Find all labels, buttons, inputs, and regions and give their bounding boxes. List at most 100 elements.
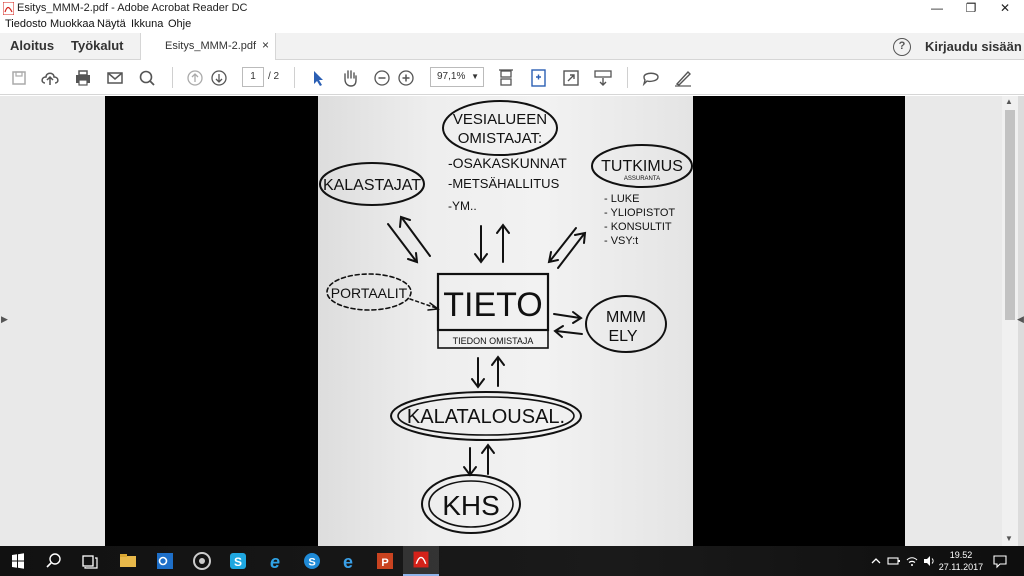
arrow-diagonal: [557, 231, 587, 269]
water-owners-item: -METSÄHALLITUS: [448, 176, 560, 191]
zoom-out-icon[interactable]: [371, 67, 393, 89]
arrow-left: [553, 325, 583, 338]
tab-document-label: Esitys_MMM-2.pdf: [165, 40, 257, 52]
fishery-label: KALATALOUSAL.: [407, 406, 565, 428]
windows-start-icon[interactable]: [0, 546, 36, 576]
action-center-icon[interactable]: [992, 553, 1008, 569]
title-bar: Esitys_MMM-2.pdf - Adobe Acrobat Reader …: [0, 0, 1024, 17]
volume-icon[interactable]: [922, 554, 936, 568]
battery-icon[interactable]: [887, 555, 901, 567]
menu-view[interactable]: Näytä: [97, 18, 126, 30]
arrow-right: [553, 311, 583, 324]
water-owners-title-2: OMISTAJAT:: [458, 130, 542, 147]
outlook-icon[interactable]: [147, 546, 183, 576]
research-label: TUTKIMUS: [601, 158, 683, 175]
next-page-icon[interactable]: [208, 67, 230, 89]
chrome-icon[interactable]: [184, 546, 220, 576]
svg-text:e: e: [343, 552, 353, 572]
previous-page-icon[interactable]: [184, 67, 206, 89]
research-item: - KONSULTIT: [604, 221, 672, 233]
left-panel-toggle-icon[interactable]: ▶: [1, 314, 8, 325]
right-gutter: [905, 96, 1002, 546]
chevron-down-icon: ▼: [471, 72, 479, 81]
help-icon[interactable]: ?: [893, 38, 911, 56]
acrobat-app-icon: [3, 2, 14, 15]
toolbar-separator: [172, 67, 173, 88]
read-mode-icon[interactable]: [592, 67, 614, 89]
edge-icon[interactable]: e: [330, 546, 366, 576]
arrow-diagonal: [399, 215, 431, 257]
clock-date: 27.11.2017: [938, 562, 984, 572]
signin-link[interactable]: Kirjaudu sisään: [925, 39, 1022, 54]
menu-edit[interactable]: Muokkaa: [50, 18, 95, 30]
hand-drawn-diagram: VESIALUEEN OMISTAJAT: -OSAKASKUNNAT -MET…: [319, 100, 693, 534]
scroll-mode-icon[interactable]: [495, 67, 517, 89]
water-owners-item: -OSAKASKUNNAT: [448, 155, 567, 171]
pdf-page: VESIALUEEN OMISTAJAT: -OSAKASKUNNAT -MET…: [105, 96, 905, 546]
close-button[interactable]: ✕: [988, 0, 1022, 17]
acrobat-reader-icon[interactable]: [403, 546, 439, 576]
email-icon[interactable]: [104, 67, 126, 89]
select-cursor-icon[interactable]: [307, 67, 329, 89]
close-tab-icon[interactable]: ×: [262, 38, 269, 52]
search-icon[interactable]: [36, 546, 72, 576]
full-screen-icon[interactable]: [560, 67, 582, 89]
scrollbar-thumb[interactable]: [1005, 110, 1015, 320]
skype-business-icon[interactable]: S: [294, 546, 330, 576]
tab-document[interactable]: Esitys_MMM-2.pdf ×: [140, 33, 276, 60]
tab-tools[interactable]: Työkalut: [71, 38, 124, 53]
wifi-icon[interactable]: [905, 554, 919, 568]
scroll-up-icon[interactable]: ▲: [1005, 97, 1013, 106]
svg-text:e: e: [270, 552, 280, 572]
svg-text:S: S: [308, 557, 315, 569]
photo-whiteboard-paper: VESIALUEEN OMISTAJAT: -OSAKASKUNNAT -MET…: [318, 96, 693, 546]
zoom-value: 97,1%: [437, 71, 466, 82]
cloud-upload-icon[interactable]: [39, 67, 61, 89]
menu-help[interactable]: Ohje: [168, 18, 191, 30]
tray-chevron-up-icon[interactable]: [870, 555, 882, 567]
toolbar-separator: [627, 67, 628, 88]
dashed-arrow: [409, 298, 437, 309]
tab-home[interactable]: Aloitus: [10, 38, 54, 53]
task-view-icon[interactable]: [72, 546, 108, 576]
menu-file[interactable]: Tiedosto: [5, 18, 47, 30]
toolbar: 1 / 2 97,1% ▼: [0, 60, 1024, 95]
powerpoint-icon[interactable]: P: [367, 546, 403, 576]
zoom-select[interactable]: 97,1% ▼: [430, 67, 484, 87]
arrow-up: [496, 223, 510, 263]
menu-window[interactable]: Ikkuna: [131, 18, 163, 30]
window-title: Esitys_MMM-2.pdf - Adobe Acrobat Reader …: [17, 2, 248, 14]
print-icon[interactable]: [72, 67, 94, 89]
clock[interactable]: 19.52 27.11.2017: [938, 549, 984, 573]
save-icon[interactable]: [8, 67, 30, 89]
taskbar: S e S e P 19.52 27.11.2017: [0, 546, 1024, 576]
arrow-up: [481, 443, 495, 475]
data-owner-label: TIEDON OMISTAJA: [453, 336, 534, 346]
fishers-label: KALASTAJAT: [323, 177, 421, 194]
left-gutter: ▶: [0, 96, 105, 546]
arrow-down: [463, 447, 477, 477]
research-item: - VSY:t: [604, 235, 638, 247]
research-item: - LUKE: [604, 193, 639, 205]
fit-page-icon[interactable]: [528, 67, 550, 89]
sign-pen-icon[interactable]: [672, 67, 694, 89]
arrow-up: [491, 355, 505, 387]
file-explorer-icon[interactable]: [110, 546, 146, 576]
skype-icon[interactable]: S: [220, 546, 256, 576]
research-item: - YLIOPISTOT: [604, 207, 675, 219]
toolbar-separator: [294, 67, 295, 88]
page-number-input[interactable]: 1: [242, 67, 264, 87]
vertical-scrollbar[interactable]: ▲ ▼: [1002, 96, 1018, 546]
comment-icon[interactable]: [640, 67, 662, 89]
minimize-button[interactable]: —: [920, 0, 954, 17]
water-owners-item: -YM..: [448, 199, 477, 213]
zoom-in-icon[interactable]: [395, 67, 417, 89]
restore-button[interactable]: ❐: [954, 0, 988, 17]
research-subtitle: ASSURANTA: [624, 176, 660, 182]
search-icon[interactable]: [136, 67, 158, 89]
internet-explorer-icon[interactable]: e: [257, 546, 293, 576]
hand-tool-icon[interactable]: [339, 67, 361, 89]
document-area[interactable]: ▶ VESIALUEEN OMISTAJAT: -OSAKASKUNNAT -M…: [0, 96, 1024, 546]
scroll-down-icon[interactable]: ▼: [1005, 534, 1013, 543]
right-panel-toggle-icon[interactable]: ◀: [1017, 314, 1024, 325]
